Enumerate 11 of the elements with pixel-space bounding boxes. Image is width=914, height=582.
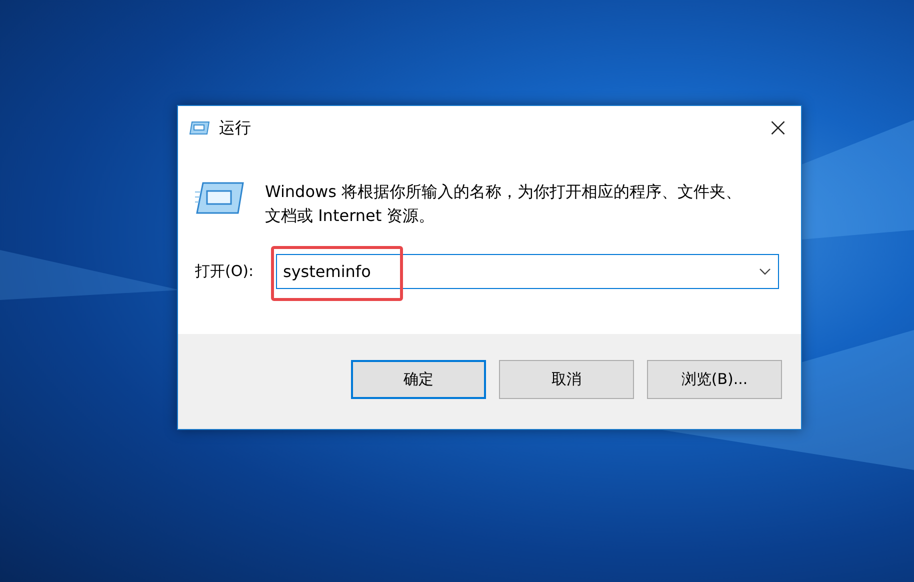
open-label: 打开(O): bbox=[195, 262, 255, 281]
window-title: 运行 bbox=[219, 118, 252, 138]
dialog-button[interactable]: 取消 bbox=[499, 360, 634, 399]
description-text: Windows 将根据你所输入的名称，为你打开相应的程序、文件夹、文档或 Internet 资源。 bbox=[265, 181, 743, 227]
dropdown-chevron-icon[interactable] bbox=[759, 268, 771, 276]
close-button[interactable]: × bbox=[755, 106, 801, 150]
run-app-icon bbox=[195, 180, 245, 216]
dialog-button[interactable]: 浏览(B)... bbox=[647, 360, 782, 399]
run-app-icon bbox=[189, 120, 211, 136]
command-input[interactable]: systeminfo bbox=[276, 254, 779, 289]
dialog-button[interactable]: 确定 bbox=[351, 360, 486, 399]
